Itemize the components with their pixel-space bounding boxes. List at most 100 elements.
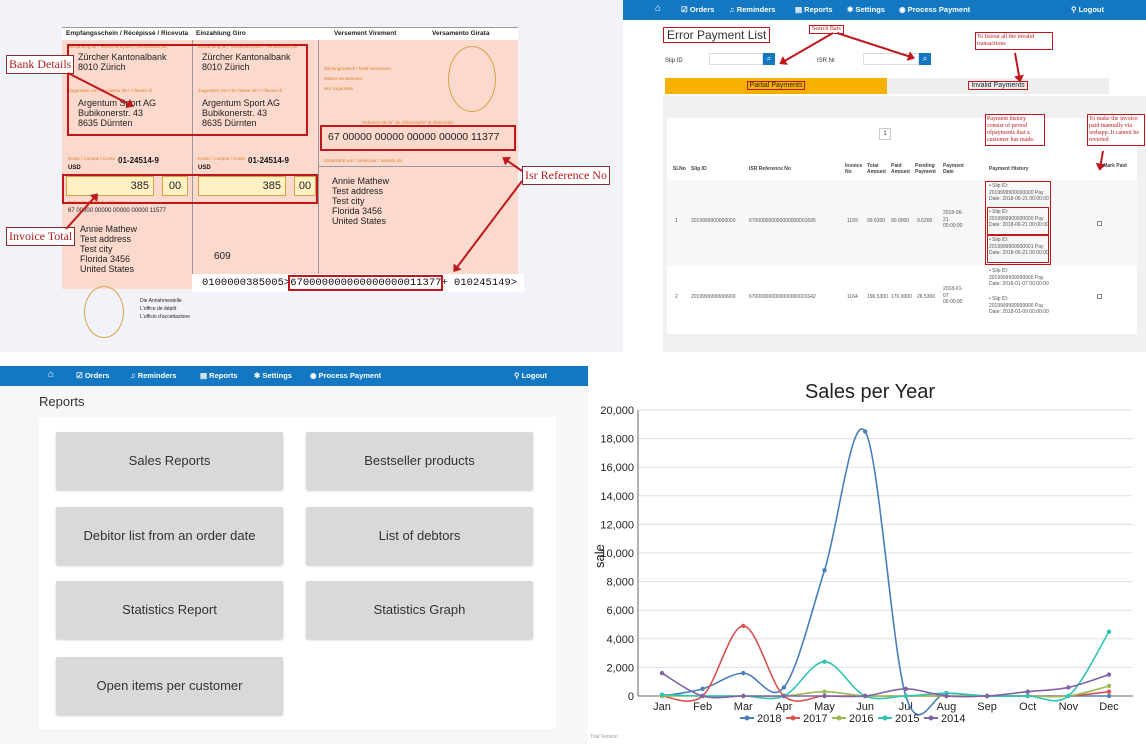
page-title: Reports [39,394,85,409]
reports-panel: ⌂ ☑ Orders ♫ Reminders ▤ Reports ✱ Setti… [0,366,588,744]
nav-process-payment[interactable]: ◉ Process Payment [310,371,381,380]
data-point [903,686,909,692]
cell-invoice: 1169 [847,218,858,224]
cell-paid: 170.0000 [891,294,912,300]
series-line-2018 [661,428,1109,716]
nav-settings-label: Settings [855,5,885,14]
y-tick-label: 2,000 [606,662,634,674]
office-label: Die Annahmestelle [140,298,182,304]
data-point [700,686,705,692]
nav-logout[interactable]: ⚲ Logout [514,371,547,380]
nav-reports-label: Reports [804,5,833,14]
slip-header-transfer: Versement Virement [334,30,397,37]
data-point [1106,672,1112,677]
sales-reports-button[interactable]: Sales Reports [56,432,283,490]
debitor-list-button[interactable]: Debitor list from an order date [56,507,283,565]
account-number: 01-24514-9 [118,156,159,165]
nav-reminders-label: Reminders [736,5,776,14]
nav-reports[interactable]: ▤ Reports [200,371,238,380]
isr-label: ISR Nr [817,58,835,64]
statistics-report-button[interactable]: Statistics Report [56,581,283,639]
open-items-button[interactable]: Open items per customer [56,657,283,715]
nav-logout[interactable]: ⚲ Logout [1071,5,1104,14]
office-label: L'ufficio d'accettazione [140,314,190,320]
error-payment-panel: ⌂ ☑ Orders ♫ Reminders ▤ Reports ✱ Setti… [623,0,1146,352]
slip-id-input[interactable] [709,53,763,65]
legend-label: 2014 [941,713,965,725]
data-point [659,692,665,697]
home-icon[interactable]: ⌂ [655,3,661,14]
nav-process-payment-label: Process Payment [907,5,971,14]
col-header: Mark Paid [1103,163,1127,169]
data-point [741,623,746,629]
data-point [1106,629,1112,634]
statistics-graph-button[interactable]: Statistics Graph [306,581,533,639]
y-tick-label: 14,000 [600,491,634,503]
legend-marker [790,715,796,721]
search-button[interactable]: ⌕ [763,53,775,65]
list-of-debtors-button[interactable]: List of debtors [306,507,533,565]
legend-label: 2017 [803,713,827,725]
pagination-page[interactable]: 1 [879,128,891,140]
history-entry-text: Slip ID: 2019999900000000 Pay Date: 2018… [989,183,1049,202]
currency: USD [198,165,211,171]
x-tick-label: Sep [977,701,997,713]
office-label: L'office de dépôt [140,306,177,312]
nav-process-payment-label: Process Payment [318,371,382,380]
data-point [741,693,746,699]
reports-grid: Sales Reports Bestseller products Debito… [39,417,556,729]
divider [319,166,518,167]
history-entry: • Slip ID: 2019999900000000 Pay Date: 20… [989,183,1049,202]
x-tick-label: Apr [775,701,792,713]
tab-partial-payments[interactable]: Partial Payments [665,78,887,94]
mark-paid-checkbox[interactable] [1097,294,1102,299]
legend-marker [882,715,888,721]
slip-number: 609 [214,251,231,262]
callout-isr-reference: Isr Reference No [522,166,610,185]
nav-orders-label: Orders [84,371,110,380]
nav-reminders[interactable]: ♫ Reminders [729,5,775,14]
nav-orders[interactable]: ☑ Orders [681,5,714,14]
cell-paid: 90.0000 [891,218,910,224]
cell-slno: 1 [675,218,678,224]
tab-invalid-payments[interactable]: Invalid Payments [887,78,1109,94]
payer-city: Test city [332,196,365,206]
cell-isr: 670000000000000000001642 [749,294,816,300]
x-tick-label: Jan [653,701,671,713]
y-tick-label: 4,000 [606,634,634,646]
nav-orders[interactable]: ☑ Orders [76,371,109,380]
bestseller-products-button[interactable]: Bestseller products [306,432,533,490]
x-tick-label: Feb [693,701,712,713]
cell-slip-id: 2019999900000000 [691,218,736,224]
history-entry: • Slip ID: 2019999900000001 Pay Date: 20… [989,237,1049,256]
isr-highlight [320,125,516,151]
slip-header: Empfangsschein / Récépissé / Ricevuta Ei… [62,28,518,40]
y-tick-label: 18,000 [600,434,634,446]
y-tick-label: 6,000 [606,605,634,617]
data-point [822,693,827,699]
nav-reminders-label: Reminders [137,371,177,380]
divider [318,40,319,290]
top-navbar: ⌂ ☑ Orders ♫ Reminders ▤ Reports ✱ Setti… [0,366,588,386]
history-entry-text: Slip ID: 2019999900000001 Pay Date: 2018… [989,237,1049,256]
nav-logout-label: Logout [521,371,547,380]
nav-settings[interactable]: ✱ Settings [847,5,885,14]
x-tick-label: Dec [1099,701,1119,713]
cell-isr: 670000000000000000001695 [749,218,816,224]
home-icon[interactable]: ⌂ [48,369,54,380]
history-entry-text: Slip ID: 2019999999999900 Pay Date: 2018… [989,296,1049,315]
col-header: Slip ID [691,166,707,172]
nav-reports[interactable]: ▤ Reports [795,5,833,14]
x-tick-label: Oct [1019,701,1036,713]
search-button[interactable]: ⌕ [919,53,931,65]
history-entry-text: Slip ID: 2019999900000000 Pay Date: 2018… [989,209,1049,228]
nav-reminders[interactable]: ♫ Reminders [130,371,176,380]
col-header: Total Amount [867,163,886,175]
x-tick-label: May [814,701,835,713]
codeline-amount: 0100000385005> [202,277,291,289]
nav-settings[interactable]: ✱ Settings [254,371,292,380]
currency: USD [68,165,81,171]
nav-process-payment[interactable]: ◉ Process Payment [899,5,970,14]
left-gutter [623,20,663,352]
mark-paid-checkbox[interactable] [1097,221,1102,226]
